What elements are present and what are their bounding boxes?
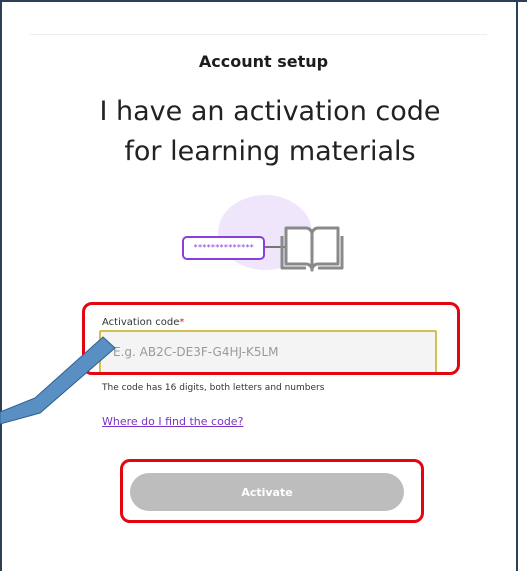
activation-code-label: Activation code* (102, 317, 184, 328)
page-subtitle: Account setup (198, 52, 329, 71)
required-mark: * (179, 317, 185, 328)
activation-code-label-text: Activation code (102, 317, 180, 328)
activation-code-input[interactable] (99, 330, 437, 374)
code-pill-icon: ************** (182, 236, 265, 260)
frame-edge (516, 2, 518, 571)
book-icon (280, 226, 344, 272)
page-title-line-1: I have an activation code (99, 96, 441, 127)
header-divider (30, 34, 487, 35)
page-title-line-2: for learning materials (124, 136, 416, 167)
page-title: I have an activation code for learning m… (60, 92, 480, 172)
activation-code-hint: The code has 16 digits, both letters and… (102, 383, 325, 393)
find-code-link[interactable]: Where do I find the code? (102, 415, 243, 428)
activate-button[interactable]: Activate (130, 473, 404, 511)
